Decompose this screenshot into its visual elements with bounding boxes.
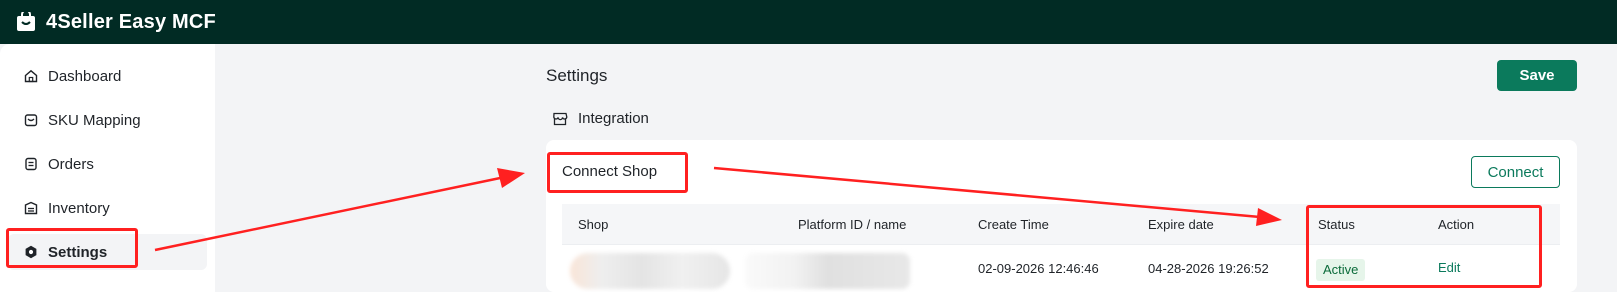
annotation-box-settings xyxy=(6,228,138,268)
column-header-shop: Shop xyxy=(578,217,609,232)
app-logo-icon xyxy=(16,12,36,32)
redacted-platform-id xyxy=(745,253,910,289)
redacted-shop-name xyxy=(570,253,730,289)
annotation-box-status-action xyxy=(1306,205,1542,288)
app-title: 4Seller Easy MCF xyxy=(46,10,216,33)
inventory-icon xyxy=(24,201,38,215)
sidebar-item-label: Inventory xyxy=(48,199,110,217)
sidebar-item-inventory[interactable]: Inventory xyxy=(8,190,207,226)
sidebar-item-sku-mapping[interactable]: SKU Mapping xyxy=(8,102,207,138)
sidebar-item-label: Orders xyxy=(48,155,94,173)
sidebar-item-label: Dashboard xyxy=(48,67,122,85)
save-button[interactable]: Save xyxy=(1497,60,1577,91)
create-time-cell: 02-09-2026 12:46:46 xyxy=(978,261,1099,276)
page-title: Settings xyxy=(546,66,608,85)
expire-date-cell: 04-28-2026 19:26:52 xyxy=(1148,261,1269,276)
sidebar-item-dashboard[interactable]: Dashboard xyxy=(8,58,207,94)
connect-button[interactable]: Connect xyxy=(1471,156,1560,188)
column-header-platform: Platform ID / name xyxy=(798,217,907,232)
sidebar-item-label: SKU Mapping xyxy=(48,111,141,129)
top-bar: 4Seller Easy MCF xyxy=(0,0,1617,44)
section-label: Integration xyxy=(578,110,649,127)
annotation-box-connect-shop xyxy=(547,152,688,193)
store-icon xyxy=(553,112,568,125)
section-integration: Integration xyxy=(552,110,649,127)
column-header-expire-date: Expire date xyxy=(1148,217,1214,232)
sidebar-item-orders[interactable]: Orders xyxy=(8,146,207,182)
orders-icon xyxy=(25,157,37,171)
home-icon xyxy=(24,69,38,83)
column-header-create-time: Create Time xyxy=(978,217,1049,232)
sku-mapping-icon xyxy=(24,114,38,127)
